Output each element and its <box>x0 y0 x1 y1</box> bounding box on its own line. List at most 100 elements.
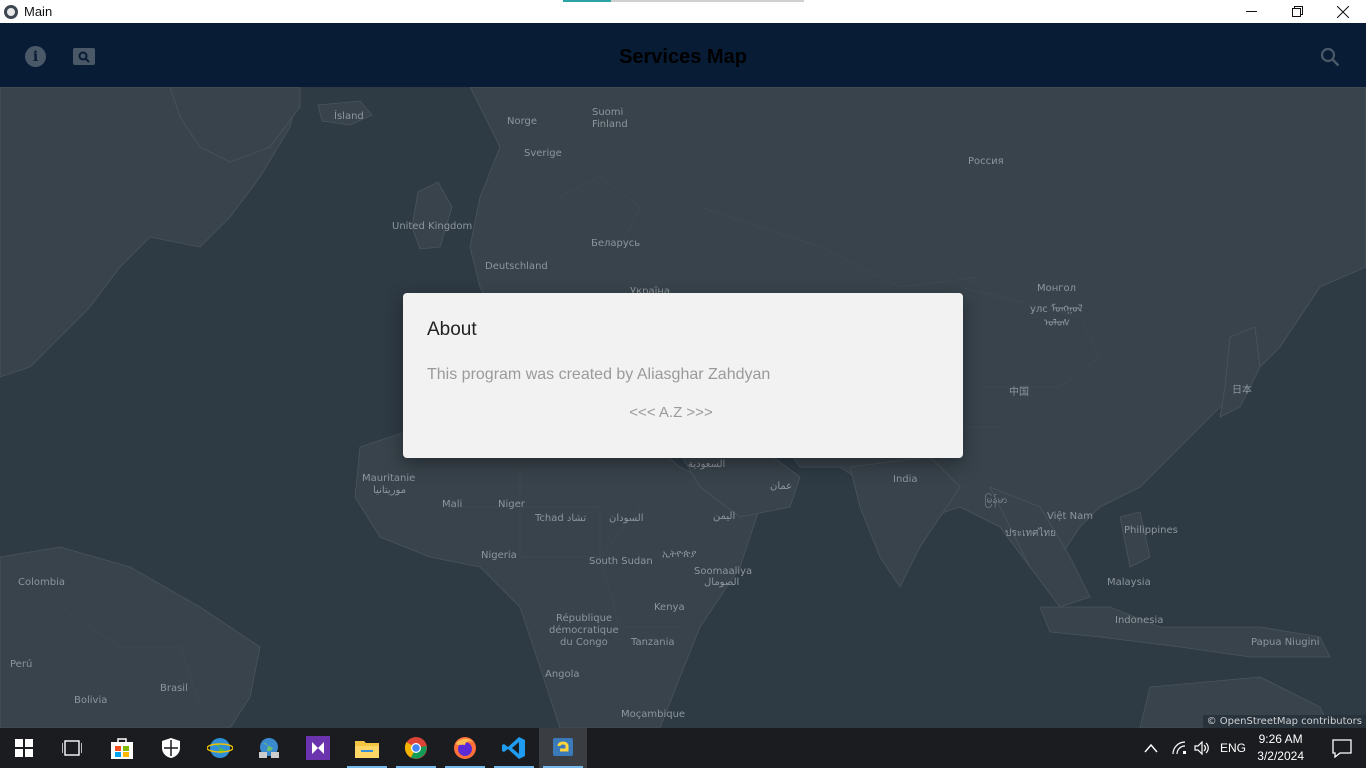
shield-icon <box>162 738 180 758</box>
windows-security[interactable] <box>147 728 195 768</box>
windows-icon <box>15 739 33 757</box>
window-title: Main <box>24 4 53 19</box>
dialog-title: About <box>427 319 477 340</box>
map-label: Ísland <box>334 111 364 122</box>
globe-icon <box>207 738 233 758</box>
map-label: عمان <box>770 481 793 492</box>
clock-time: 9:26 AM <box>1258 732 1303 746</box>
map-label: Angola <box>545 669 580 680</box>
map-label: Mauritanie <box>362 473 416 484</box>
visual-studio-icon <box>306 736 330 760</box>
map-label: Sverige <box>524 148 562 159</box>
system-tray: ENG <box>1144 728 1246 768</box>
map-label: Soomaaliya <box>694 566 753 577</box>
map-label: Brasil <box>160 683 188 694</box>
map-label: Bolivia <box>74 695 108 706</box>
network-app[interactable] <box>245 728 293 768</box>
info-icon[interactable]: i <box>25 46 46 67</box>
image-search-icon[interactable] <box>73 48 95 65</box>
map-attribution[interactable]: © OpenStreetMap contributors <box>1202 715 1366 728</box>
map-label: Tanzania <box>631 637 675 648</box>
restore-button[interactable] <box>1274 0 1320 23</box>
chrome[interactable] <box>392 728 440 768</box>
chevron-up-icon[interactable] <box>1144 743 1158 753</box>
map-label: မြန်မာ <box>985 495 1008 506</box>
dialog-signature: <<< A.Z >>> <box>629 404 713 421</box>
firefox-icon <box>454 737 476 759</box>
app-header: Services Map i <box>0 23 1366 87</box>
window-titlebar: Main <box>0 0 1366 23</box>
network-globe-icon <box>259 738 279 758</box>
about-dialog: About This program was created by Aliasg… <box>403 293 963 458</box>
map-label: Mali <box>442 499 463 510</box>
map-label: Deutschland <box>485 261 548 272</box>
map-label: Moçambique <box>621 709 686 720</box>
map-label: ประเทศไทย <box>1005 528 1056 539</box>
task-view-button[interactable] <box>48 728 96 768</box>
map-label: ᠤᠯᠤᠰ <box>1044 318 1071 329</box>
map-label: Монгол <box>1037 283 1077 294</box>
vs-code[interactable] <box>490 728 538 768</box>
volume-icon[interactable] <box>1194 741 1210 755</box>
map-label: Россия <box>968 156 1004 167</box>
map-label: Philippines <box>1124 525 1178 536</box>
map-label: Tchad تشاد <box>535 513 587 524</box>
notification-icon[interactable] <box>1332 738 1352 758</box>
map-label: India <box>893 474 918 485</box>
page-title: Services Map <box>619 46 747 68</box>
map-label: République <box>556 613 613 624</box>
file-explorer[interactable] <box>343 728 391 768</box>
dialog-body: This program was created by Aliasghar Za… <box>427 366 771 383</box>
window-controls <box>1228 0 1366 23</box>
python[interactable] <box>539 728 587 768</box>
microsoft-store[interactable] <box>98 728 146 768</box>
vscode-icon <box>502 737 525 759</box>
close-icon <box>1337 5 1349 18</box>
map-label: du Congo <box>560 637 608 648</box>
map-label: ኢትዮጵያ <box>662 549 697 560</box>
map-label: Việt Nam <box>1047 511 1094 522</box>
close-button[interactable] <box>1320 0 1366 23</box>
python-icon <box>553 738 573 756</box>
search-icon[interactable] <box>1320 47 1340 67</box>
visual-studio[interactable] <box>294 728 342 768</box>
start-button[interactable] <box>0 728 48 768</box>
folder-icon <box>355 741 379 758</box>
map-label: Malaysia <box>1107 577 1151 588</box>
firefox[interactable] <box>441 728 489 768</box>
titlebar-progress <box>563 0 804 2</box>
map-label: Papua Niugini <box>1251 637 1320 648</box>
map-label: United Kingdom <box>392 221 473 232</box>
map-label: اليمن <box>713 511 736 522</box>
network-icon[interactable] <box>1172 741 1188 755</box>
map-label: démocratique <box>549 625 619 636</box>
language-indicator[interactable]: ENG <box>1220 741 1246 755</box>
map-label: South Sudan <box>589 556 653 567</box>
map-label: Kenya <box>654 602 685 613</box>
map-label: Indonesia <box>1115 615 1164 626</box>
map-label: Finland <box>592 119 628 130</box>
map-label: Perú <box>10 659 33 670</box>
store-icon <box>111 738 133 759</box>
taskbar: ENG 9:26 AM 3/2/2024 <box>0 728 1366 768</box>
restore-icon <box>1291 6 1303 17</box>
map-label: الصومال <box>704 577 740 588</box>
map-label: السودان <box>609 513 644 524</box>
map-label: 中国 <box>1009 387 1029 398</box>
app-icon <box>4 4 18 19</box>
map-label: Colombia <box>18 577 65 588</box>
map-label: Nigeria <box>481 550 517 561</box>
task-view-icon <box>62 740 82 756</box>
clock-date: 3/2/2024 <box>1257 749 1304 763</box>
minimize-button[interactable] <box>1228 0 1274 23</box>
internet-app[interactable] <box>196 728 244 768</box>
clock[interactable]: 9:26 AM 3/2/2024 <box>1257 731 1304 765</box>
map-label: السعودية <box>688 459 726 470</box>
map-label: موريتانيا <box>373 485 407 496</box>
map-label: Niger <box>498 499 525 510</box>
map-label: 日本 <box>1232 385 1252 396</box>
chrome-icon <box>404 737 427 759</box>
map-label: Suomi <box>592 107 624 118</box>
map-label: Norge <box>507 116 538 127</box>
map-label: Беларусь <box>591 238 641 249</box>
